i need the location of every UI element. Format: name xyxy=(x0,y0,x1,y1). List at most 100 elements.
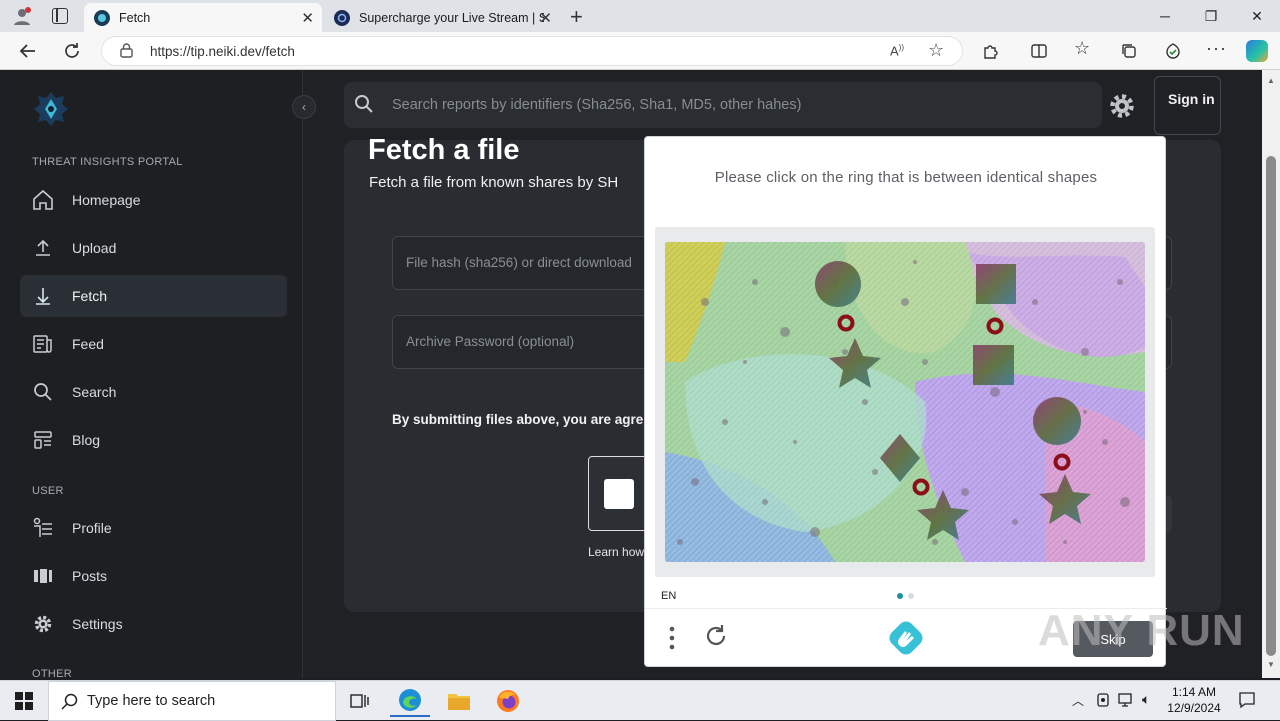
terms-text: By submitting files above, you are agre xyxy=(392,412,644,427)
windows-start-icon[interactable] xyxy=(4,685,44,717)
search-placeholder: Search reports by identifiers (Sha256, S… xyxy=(392,97,802,113)
refresh-icon[interactable] xyxy=(58,38,86,64)
tab-livestream[interactable]: Supercharge your Live Stream | S ✕ xyxy=(324,3,560,32)
section-title-user: USER xyxy=(32,485,64,497)
captcha-language[interactable]: EN xyxy=(661,590,676,602)
volume-icon[interactable]: 🔈︎ xyxy=(1142,691,1150,708)
sidebar-item-homepage[interactable]: Homepage xyxy=(20,179,287,221)
sidebar-item-feed[interactable]: Feed xyxy=(20,323,287,365)
file-explorer-icon[interactable] xyxy=(439,685,479,717)
close-tab-icon[interactable]: ✕ xyxy=(301,9,314,27)
sidebar-item-posts[interactable]: Posts xyxy=(20,555,287,597)
settings-gear-icon[interactable] xyxy=(1108,92,1136,125)
search-icon xyxy=(32,381,54,403)
restore-icon[interactable]: ❐ xyxy=(1188,0,1234,32)
sign-in-button[interactable]: Sign in xyxy=(1154,76,1221,135)
taskbar-search-input[interactable]: Type here to search xyxy=(48,681,336,721)
home-icon xyxy=(32,189,54,211)
sidebar-item-blog[interactable]: Blog xyxy=(20,419,287,461)
task-view-icon[interactable] xyxy=(340,685,380,717)
sidebar: THREAT INSIGHTS PORTAL Homepage Upload F… xyxy=(4,70,303,678)
url-input[interactable]: https://tip.neiki.dev/fetch A)) ☆ xyxy=(101,36,963,66)
hcaptcha-logo-icon[interactable] xyxy=(889,621,923,660)
address-bar: https://tip.neiki.dev/fetch A)) ☆ ☆ ··· xyxy=(0,32,1280,70)
search-icon xyxy=(354,94,374,119)
section-title-other: OTHER xyxy=(32,668,72,678)
profile-icon[interactable] xyxy=(12,6,32,26)
favorites-icon[interactable]: ☆ xyxy=(1074,38,1090,59)
favorite-star-icon[interactable]: ☆ xyxy=(928,40,944,61)
sidebar-item-label: Settings xyxy=(72,616,123,632)
meet-now-icon[interactable] xyxy=(1096,692,1110,713)
tab-title: Supercharge your Live Stream | S xyxy=(359,10,544,25)
scrollbar-thumb[interactable] xyxy=(1266,156,1276,656)
minimize-icon[interactable]: ─ xyxy=(1142,0,1188,32)
scroll-down-icon[interactable]: ▼ xyxy=(1267,660,1275,669)
page-scrollbar[interactable]: ▲ ▼ xyxy=(1262,70,1280,678)
captcha-image-frame xyxy=(655,227,1155,577)
sidebar-item-profile[interactable]: Profile xyxy=(20,507,287,549)
read-aloud-icon[interactable]: A)) xyxy=(890,43,904,58)
taskbar-search-placeholder: Type here to search xyxy=(87,693,216,709)
back-icon[interactable] xyxy=(14,38,42,64)
collections-icon[interactable] xyxy=(1120,42,1138,65)
search-icon xyxy=(61,693,78,714)
sidebar-item-label: Posts xyxy=(72,568,108,584)
learn-how-link[interactable]: Learn how xyxy=(588,545,644,559)
url-text: https://tip.neiki.dev/fetch xyxy=(150,44,295,59)
section-title-portal: THREAT INSIGHTS PORTAL xyxy=(32,156,183,168)
close-window-icon[interactable]: ✕ xyxy=(1234,0,1280,32)
browser-essentials-icon[interactable] xyxy=(1164,42,1182,65)
feed-icon xyxy=(32,333,54,355)
captcha-prompt: Please click on the ring that is between… xyxy=(714,169,1098,186)
extensions-icon[interactable] xyxy=(982,42,1000,65)
sidebar-item-settings[interactable]: Settings xyxy=(20,603,287,645)
network-icon[interactable] xyxy=(1118,692,1136,713)
collapse-sidebar-button[interactable]: ‹ xyxy=(292,95,316,119)
new-tab-icon[interactable]: + xyxy=(570,4,583,30)
firefox-icon[interactable] xyxy=(488,685,528,717)
captcha-refresh-icon[interactable] xyxy=(703,623,729,656)
close-tab-icon[interactable]: ✕ xyxy=(539,9,552,27)
sidebar-item-fetch[interactable]: Fetch xyxy=(20,275,287,317)
page-indicator-dot xyxy=(908,593,914,599)
stream-favicon-icon xyxy=(334,9,350,26)
page-title: Fetch a file xyxy=(368,134,520,166)
file-hash-placeholder: File hash (sha256) or direct download xyxy=(406,255,632,270)
tab-fetch[interactable]: Fetch ✕ xyxy=(84,3,322,32)
neiki-logo[interactable] xyxy=(32,90,70,133)
tab-actions-icon[interactable] xyxy=(52,8,68,24)
lock-icon[interactable] xyxy=(120,43,133,61)
edge-taskbar-icon[interactable] xyxy=(390,685,430,717)
blog-icon xyxy=(32,429,54,451)
tab-title: Fetch xyxy=(119,10,151,25)
page-indicator-dot xyxy=(897,593,903,599)
video-camera-icon xyxy=(604,479,634,509)
sidebar-item-label: Profile xyxy=(72,520,112,536)
clock-date: 12/9/2024 xyxy=(1167,701,1221,715)
more-menu-icon[interactable]: ··· xyxy=(1206,38,1227,59)
profile-icon xyxy=(32,517,54,539)
scroll-up-icon[interactable]: ▲ xyxy=(1267,76,1275,85)
sidebar-item-upload[interactable]: Upload xyxy=(20,227,287,269)
download-icon xyxy=(32,285,54,307)
windows-taskbar: Type here to search ︿ 🔈︎ 1:14 AM 12/9/20… xyxy=(0,680,1280,721)
password-placeholder: Archive Password (optional) xyxy=(406,334,575,349)
sidebar-item-label: Search xyxy=(72,384,117,400)
captcha-image[interactable] xyxy=(665,242,1145,562)
system-clock[interactable]: 1:14 AM 12/9/2024 xyxy=(1166,684,1222,716)
clock-time: 1:14 AM xyxy=(1171,685,1217,699)
sidebar-item-label: Upload xyxy=(72,240,117,256)
captcha-challenge: Please click on the ring that is between… xyxy=(644,136,1167,667)
notifications-icon[interactable] xyxy=(1238,691,1256,714)
upload-icon xyxy=(32,237,54,259)
posts-icon xyxy=(32,565,54,587)
tray-chevron-up-icon[interactable]: ︿ xyxy=(1072,692,1084,709)
report-search-input[interactable]: Search reports by identifiers (Sha256, S… xyxy=(344,82,1102,128)
sidebar-item-search[interactable]: Search xyxy=(20,371,287,413)
captcha-menu-icon[interactable] xyxy=(665,625,679,651)
split-screen-icon[interactable] xyxy=(1030,42,1048,65)
sidebar-item-label: Fetch xyxy=(72,288,108,304)
copilot-icon[interactable] xyxy=(1246,40,1268,62)
page-subtitle: Fetch a file from known shares by SH xyxy=(369,174,619,191)
